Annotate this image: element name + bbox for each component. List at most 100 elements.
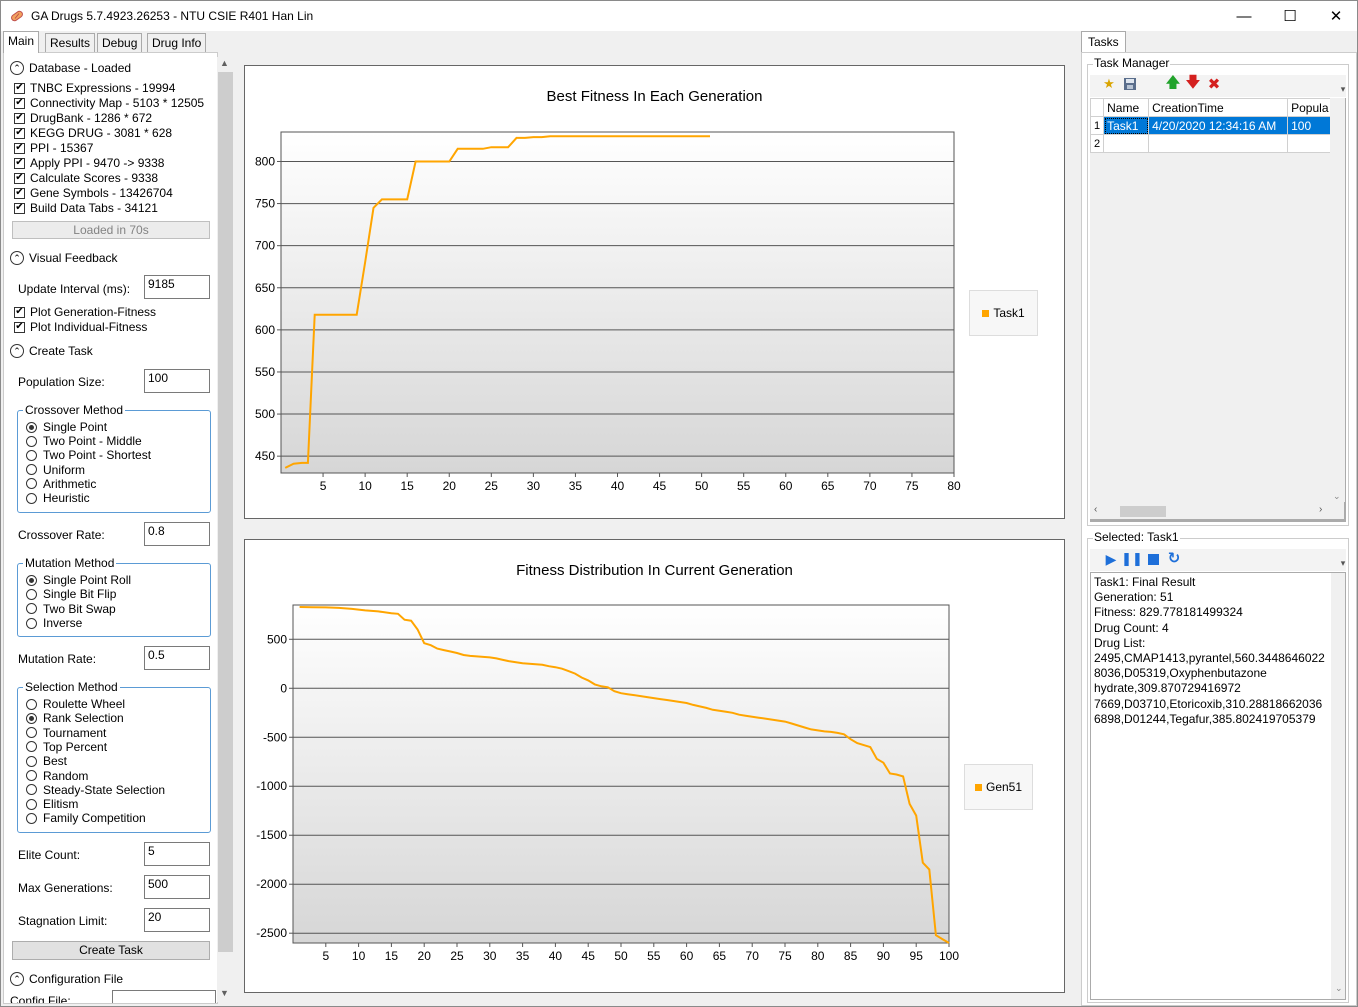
- checkmark-icon[interactable]: ✔: [14, 202, 25, 214]
- create-task-section-header[interactable]: ⌃ Create Task: [10, 343, 93, 359]
- result-textbox[interactable]: Task1: Final Result Generation: 51 Fitness…: [1090, 572, 1346, 1000]
- radio-option[interactable]: Single Point: [26, 420, 107, 434]
- chevron-up-icon[interactable]: ⌃: [10, 344, 24, 358]
- checkmark-icon[interactable]: ✔: [14, 112, 25, 124]
- max-generations-input[interactable]: 500: [144, 875, 210, 899]
- delete-icon[interactable]: ✖: [1207, 76, 1221, 93]
- database-item-checkbox[interactable]: ✔ Connectivity Map - 5103 * 12505: [14, 96, 204, 110]
- checkmark-icon[interactable]: ✔: [14, 82, 25, 94]
- radio-option[interactable]: Single Bit Flip: [26, 587, 116, 601]
- result-scrollbar[interactable]: [1331, 573, 1345, 999]
- radio-circle[interactable]: [26, 435, 37, 447]
- scroll-down-icon[interactable]: ⌄: [1335, 983, 1343, 994]
- radio-circle[interactable]: [26, 698, 37, 710]
- chevron-up-icon[interactable]: ⌃: [10, 61, 24, 75]
- scroll-down-icon[interactable]: ▼: [220, 988, 229, 998]
- create-task-button[interactable]: Create Task: [12, 941, 210, 960]
- radio-option[interactable]: Rank Selection: [26, 711, 124, 725]
- move-up-icon[interactable]: 🡅: [1165, 74, 1180, 91]
- radio-circle[interactable]: [26, 449, 37, 461]
- checkmark-icon[interactable]: ✔: [14, 127, 25, 139]
- checkmark-icon[interactable]: ✔: [14, 157, 25, 169]
- database-item-checkbox[interactable]: ✔ PPI - 15367: [14, 141, 93, 155]
- radio-option[interactable]: Two Point - Shortest: [26, 448, 151, 462]
- radio-circle[interactable]: [26, 770, 37, 781]
- database-section-header[interactable]: ⌃ Database - Loaded: [10, 60, 131, 76]
- stop-icon[interactable]: [1146, 552, 1160, 566]
- tab-tasks[interactable]: Tasks: [1081, 31, 1126, 53]
- column-header-name[interactable]: Name: [1103, 98, 1150, 117]
- scroll-left-icon[interactable]: ‹: [1094, 504, 1097, 515]
- radio-option[interactable]: Arithmetic: [26, 477, 96, 491]
- task-grid-vertical-scrollbar[interactable]: [1330, 98, 1345, 502]
- radio-option[interactable]: Tournament: [26, 726, 106, 740]
- database-item-checkbox[interactable]: ✔ KEGG DRUG - 3081 * 628: [14, 126, 172, 140]
- chevron-up-icon[interactable]: ⌃: [10, 972, 24, 986]
- chevron-up-icon[interactable]: ⌃: [10, 251, 24, 265]
- radio-option[interactable]: Two Bit Swap: [26, 602, 116, 616]
- checkmark-icon[interactable]: ✔: [14, 306, 25, 318]
- table-row[interactable]: 2: [1089, 134, 1333, 153]
- tab-main[interactable]: Main: [3, 31, 40, 53]
- database-item-checkbox[interactable]: ✔ TNBC Expressions - 19994: [14, 81, 175, 95]
- radio-circle[interactable]: [26, 741, 37, 753]
- radio-option[interactable]: Steady-State Selection: [26, 783, 165, 797]
- task-time-cell[interactable]: [1148, 134, 1289, 153]
- toolbar-overflow-icon[interactable]: ▾: [1336, 82, 1350, 96]
- close-button[interactable]: ✕: [1313, 1, 1358, 31]
- radio-option[interactable]: Best: [26, 754, 67, 768]
- toolbar-overflow-icon[interactable]: ▾: [1336, 556, 1350, 570]
- tab-debug[interactable]: Debug: [97, 33, 143, 52]
- radio-option[interactable]: Random: [26, 769, 88, 783]
- new-task-icon[interactable]: ★: [1102, 76, 1116, 91]
- checkmark-icon[interactable]: ✔: [14, 321, 25, 333]
- database-item-checkbox[interactable]: ✔ Build Data Tabs - 34121: [14, 201, 158, 215]
- tab-results[interactable]: Results: [45, 33, 96, 52]
- move-down-icon[interactable]: 🡇: [1185, 74, 1200, 91]
- radio-circle[interactable]: [26, 421, 37, 433]
- crossover-rate-input[interactable]: 0.8: [144, 522, 210, 546]
- plot-generation-checkbox[interactable]: ✔ Plot Generation-Fitness: [14, 305, 156, 319]
- save-icon[interactable]: [1123, 77, 1137, 91]
- radio-circle[interactable]: [26, 617, 37, 629]
- radio-circle[interactable]: [26, 464, 37, 476]
- elite-count-input[interactable]: 5: [144, 842, 210, 866]
- radio-option[interactable]: Top Percent: [26, 740, 107, 754]
- database-item-checkbox[interactable]: ✔ DrugBank - 1286 * 672: [14, 111, 152, 125]
- scroll-right-icon[interactable]: ›: [1319, 504, 1322, 515]
- radio-option[interactable]: Two Point - Middle: [26, 434, 142, 448]
- database-item-checkbox[interactable]: ✔ Apply PPI - 9470 -> 9338: [14, 156, 164, 170]
- radio-option[interactable]: Family Competition: [26, 811, 146, 825]
- pause-icon[interactable]: ❚❚: [1121, 551, 1143, 566]
- radio-circle[interactable]: [26, 574, 37, 586]
- radio-option[interactable]: Inverse: [26, 616, 82, 630]
- play-icon[interactable]: ▶: [1104, 551, 1118, 567]
- task-population-cell[interactable]: [1287, 134, 1333, 153]
- radio-circle[interactable]: [26, 798, 37, 810]
- left-panel-scrollbar-thumb[interactable]: [218, 72, 233, 952]
- tab-drug-info[interactable]: Drug Info: [147, 33, 207, 52]
- radio-circle[interactable]: [26, 478, 37, 490]
- radio-circle[interactable]: [26, 784, 37, 796]
- scroll-up-icon[interactable]: ▲: [220, 58, 229, 68]
- database-item-checkbox[interactable]: ✔ Calculate Scores - 9338: [14, 171, 158, 185]
- checkmark-icon[interactable]: ✔: [14, 142, 25, 154]
- loaded-button[interactable]: Loaded in 70s: [12, 221, 210, 239]
- task-grid-horizontal-thumb[interactable]: [1120, 506, 1166, 517]
- minimize-button[interactable]: —: [1221, 1, 1267, 31]
- task-population-cell[interactable]: 100: [1287, 116, 1333, 135]
- checkmark-icon[interactable]: ✔: [14, 187, 25, 199]
- radio-circle[interactable]: [26, 603, 37, 615]
- radio-circle[interactable]: [26, 712, 37, 724]
- maximize-button[interactable]: ☐: [1267, 1, 1313, 31]
- visual-feedback-section-header[interactable]: ⌃ Visual Feedback: [10, 250, 118, 266]
- task-name-cell[interactable]: Task1: [1103, 116, 1150, 135]
- radio-circle[interactable]: [26, 588, 37, 600]
- radio-option[interactable]: Elitism: [26, 797, 78, 811]
- scroll-down-icon[interactable]: ⌄: [1333, 491, 1341, 502]
- stagnation-limit-input[interactable]: 20: [144, 908, 210, 932]
- radio-option[interactable]: Uniform: [26, 463, 85, 477]
- task-time-cell[interactable]: 4/20/2020 12:34:16 AM: [1148, 116, 1289, 135]
- configuration-section-header[interactable]: ⌃ Configuration File: [10, 971, 123, 987]
- refresh-icon[interactable]: ↻: [1167, 550, 1181, 567]
